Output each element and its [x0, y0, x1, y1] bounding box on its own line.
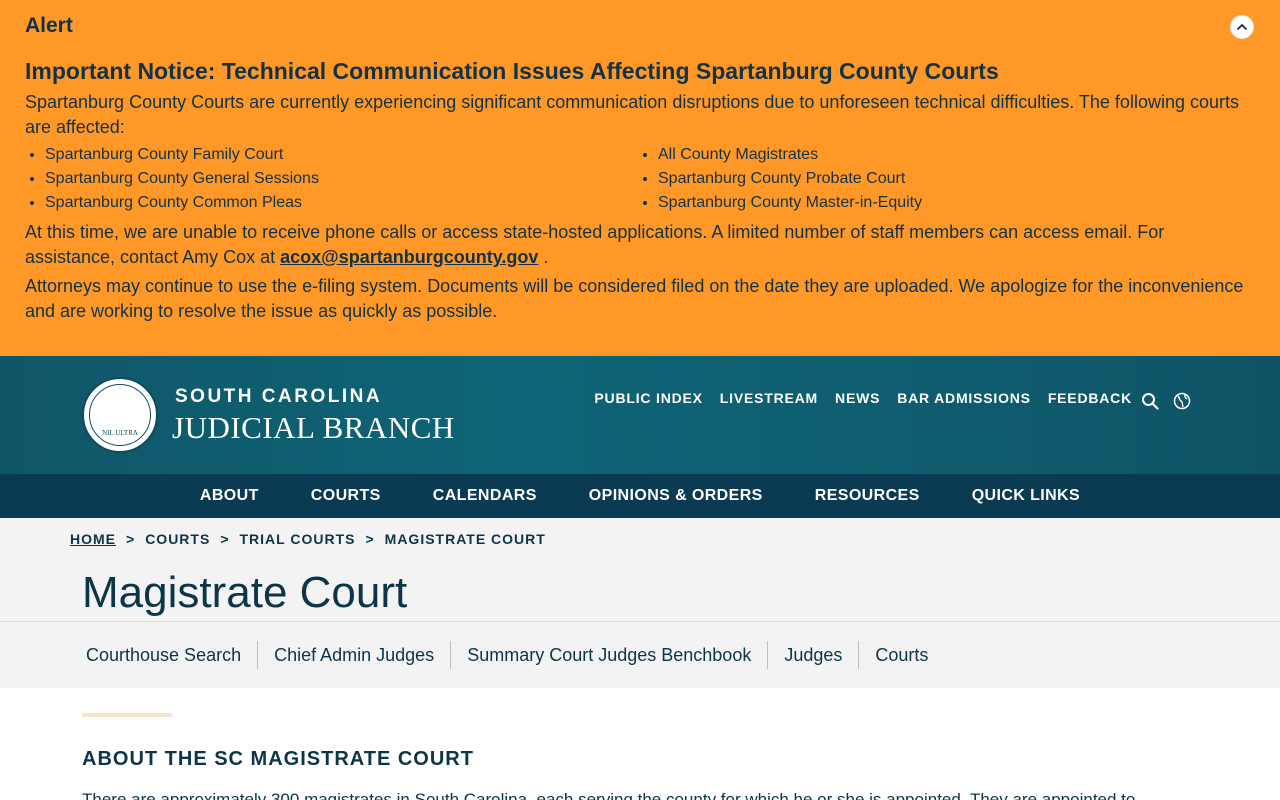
affected-courts-list-left: Spartanburg County Family Court Spartanb… — [45, 143, 319, 215]
site-header: NIL ULTRA SOUTH CAROLINA JUDICIAL BRANCH… — [0, 356, 1280, 474]
alert-contact-text: At this time, we are unable to receive p… — [25, 222, 1165, 267]
brand-subtitle[interactable]: SOUTH CAROLINA — [175, 386, 382, 408]
alert-label: Alert — [25, 14, 73, 37]
subnav-courthouse-search[interactable]: Courthouse Search — [70, 641, 259, 669]
nav-opinions-orders[interactable]: OPINIONS & ORDERS — [563, 487, 789, 505]
alert-heading: Important Notice: Technical Communicatio… — [25, 58, 999, 84]
page-title: Magistrate Court — [82, 568, 408, 617]
section-text: There are approximately 300 magistrates … — [82, 790, 1136, 800]
alert-banner: Alert Important Notice: Technical Commun… — [0, 0, 1280, 356]
globe-icon[interactable] — [1173, 392, 1191, 410]
contact-email-link[interactable]: acox@spartanburgcounty.gov — [280, 247, 538, 267]
list-item: All County Magistrates — [658, 143, 922, 167]
list-item: Spartanburg County General Sessions — [45, 167, 319, 191]
breadcrumb-separator: > — [220, 531, 230, 547]
section-title: ABOUT THE SC MAGISTRATE COURT — [82, 748, 474, 770]
util-link-public-index[interactable]: PUBLIC INDEX — [594, 390, 702, 406]
breadcrumb-current: MAGISTRATE COURT — [384, 531, 546, 547]
nav-calendars[interactable]: CALENDARS — [407, 487, 563, 505]
breadcrumb-home[interactable]: HOME — [70, 531, 116, 547]
subnav-judges[interactable]: Judges — [768, 641, 860, 669]
section-accent-bar — [82, 713, 172, 717]
alert-paragraph: Spartanburg County Courts are currently … — [25, 92, 1239, 137]
chevron-up-icon — [1237, 24, 1247, 30]
main-nav: ABOUT COURTS CALENDARS OPINIONS & ORDERS… — [0, 474, 1280, 518]
alert-collapse-button[interactable] — [1230, 15, 1254, 39]
util-link-feedback[interactable]: FEEDBACK — [1048, 390, 1132, 406]
breadcrumb-separator: > — [365, 531, 375, 547]
seal-text: NIL ULTRA — [102, 429, 138, 437]
util-link-livestream[interactable]: LIVESTREAM — [720, 390, 818, 406]
alert-contact-end: . — [538, 247, 549, 267]
list-item: Spartanburg County Common Pleas — [45, 191, 319, 215]
breadcrumb-trial-courts[interactable]: TRIAL COURTS — [240, 531, 356, 547]
nav-quick-links[interactable]: QUICK LINKS — [946, 487, 1106, 505]
breadcrumb-separator: > — [126, 531, 136, 547]
util-link-news[interactable]: NEWS — [835, 390, 880, 406]
list-item: Spartanburg County Master-in-Equity — [658, 191, 922, 215]
nav-resources[interactable]: RESOURCES — [789, 487, 946, 505]
nav-about[interactable]: ABOUT — [174, 487, 285, 505]
page-head: HOME > COURTS > TRIAL COURTS > MAGISTRAT… — [0, 518, 1280, 621]
list-item: Spartanburg County Probate Court — [658, 167, 922, 191]
subnav-courts[interactable]: Courts — [859, 641, 944, 669]
util-link-bar-admissions[interactable]: BAR ADMISSIONS — [897, 390, 1031, 406]
alert-paragraph: Attorneys may continue to use the e-fili… — [25, 276, 1244, 321]
brand-title[interactable]: JUDICIAL BRANCH — [172, 410, 455, 446]
breadcrumb-courts[interactable]: COURTS — [145, 531, 210, 547]
alert-paragraph: At this time, we are unable to receive p… — [25, 220, 1255, 270]
affected-courts-list-right: All County Magistrates Spartanburg Count… — [658, 143, 922, 215]
breadcrumb: HOME > COURTS > TRIAL COURTS > MAGISTRAT… — [70, 531, 546, 547]
list-item: Spartanburg County Family Court — [45, 143, 319, 167]
search-icon[interactable] — [1141, 392, 1159, 410]
utility-nav: PUBLIC INDEX LIVESTREAM NEWS BAR ADMISSI… — [594, 390, 1132, 406]
seal-ring: NIL ULTRA — [89, 384, 151, 446]
subnav-benchbook[interactable]: Summary Court Judges Benchbook — [451, 641, 769, 669]
court-seal-logo[interactable]: NIL ULTRA — [82, 377, 158, 453]
nav-courts[interactable]: COURTS — [285, 487, 407, 505]
subnav-chief-admin-judges[interactable]: Chief Admin Judges — [258, 641, 452, 669]
section-sub-nav: Courthouse Search Chief Admin Judges Sum… — [0, 621, 1280, 688]
